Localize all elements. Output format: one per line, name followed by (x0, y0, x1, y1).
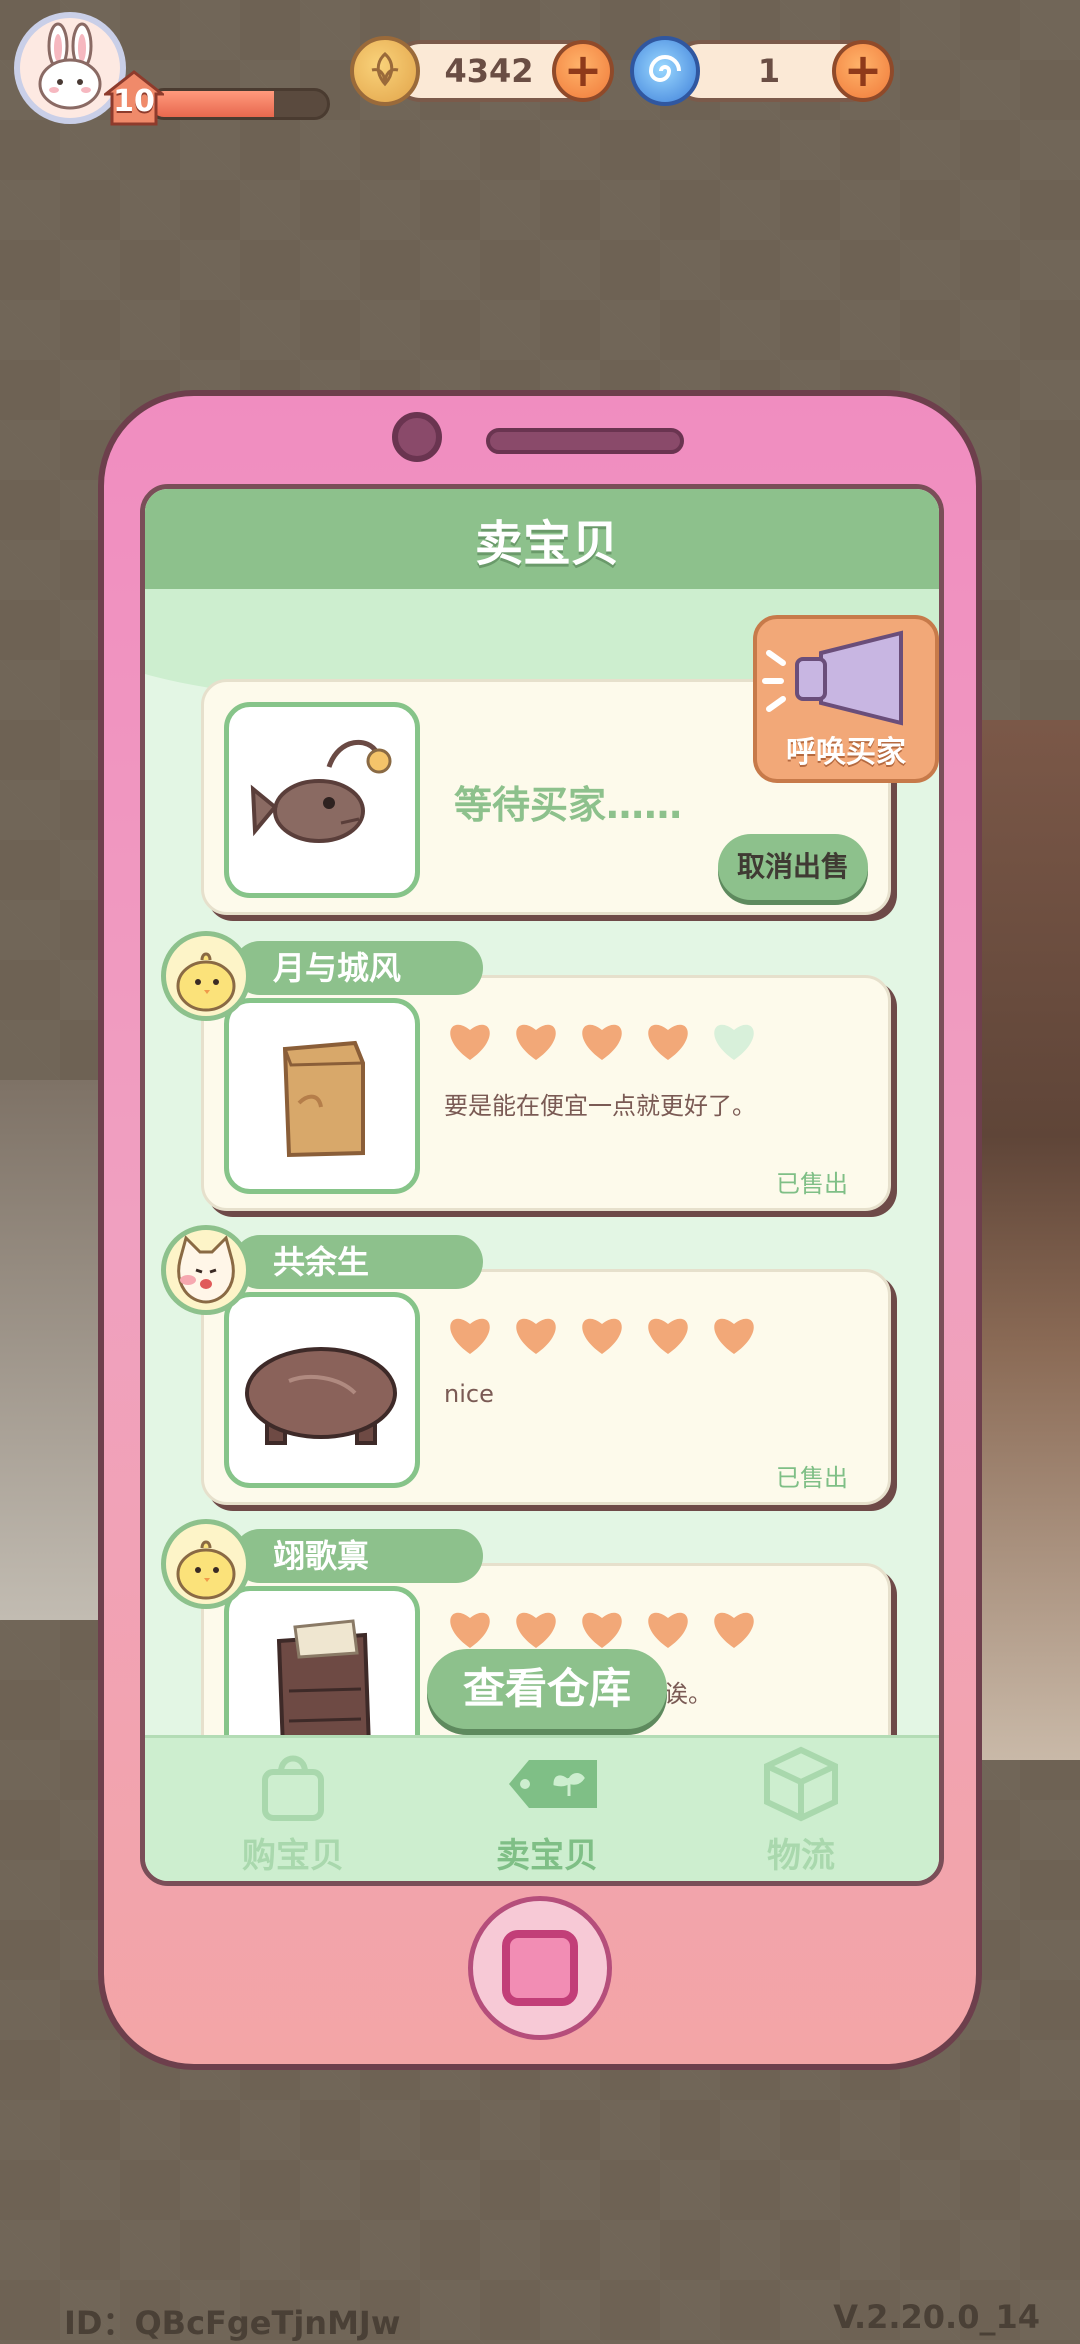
heart-icon (582, 1612, 622, 1648)
item-slot[interactable] (224, 1292, 420, 1488)
heart-icon (714, 1318, 754, 1354)
call-buyer-label: 呼唤买家 (786, 735, 906, 770)
xp-progress-bar (148, 88, 330, 120)
heart-icon (450, 1024, 490, 1060)
swirl-gem-icon (630, 36, 700, 106)
xp-progress-fill (151, 91, 275, 117)
phone-camera (392, 412, 442, 462)
buyer-name-tag: 月与城风 (233, 941, 483, 995)
nav-buy-label: 购宝贝 (242, 1836, 344, 1876)
cardboard-box-icon (282, 1040, 365, 1158)
add-gems-button[interactable]: + (832, 40, 894, 102)
cat-icon (177, 1235, 235, 1304)
phone-home-button[interactable] (468, 1896, 612, 2040)
coin-icon (350, 36, 420, 106)
level-badge: 10 (101, 70, 167, 126)
chick-icon (176, 952, 236, 1012)
buyer-name-tag: 翊歌禀 (233, 1529, 483, 1583)
rating-hearts (444, 1018, 760, 1068)
game-version: V.2.20.0_14 (833, 2298, 1040, 2336)
item-slot[interactable] (224, 702, 420, 898)
gem-amount: 1 (757, 52, 781, 90)
nav-sell-label: 卖宝贝 (496, 1836, 598, 1876)
sold-status: 已售出 (776, 1464, 848, 1492)
megaphone-icon (762, 630, 903, 726)
heart-icon (582, 1024, 622, 1060)
heart-icon (516, 1318, 556, 1354)
level-number: 10 (113, 84, 155, 119)
heart-icon (648, 1318, 688, 1354)
call-buyer-button[interactable]: 呼唤买家 (753, 615, 939, 783)
phone-screen: 卖宝贝 等待买家…… 取消出售 呼唤买家 要是能在便宜一点就更好了。 已售出 月… (140, 484, 944, 1886)
room-background-left (0, 1080, 110, 1620)
buyer-avatar (161, 931, 251, 1021)
buyer-avatar (161, 1519, 251, 1609)
phone-speaker (486, 428, 684, 454)
bottom-nav: 购宝贝 卖宝贝 物流 (145, 1735, 939, 1881)
anglerfish-lamp-icon (250, 739, 392, 843)
sold-item-card: nice 已售出 (201, 1269, 891, 1505)
rating-hearts (444, 1312, 760, 1362)
package-box-icon (764, 1746, 838, 1822)
buyer-comment: 要是能在便宜一点就更好了。 (444, 1092, 756, 1120)
heart-icon (582, 1318, 622, 1354)
waiting-status: 等待买家…… (454, 783, 683, 827)
home-square-icon (502, 1930, 578, 2006)
buyer-comment: nice (444, 1380, 494, 1408)
heart-icon (516, 1024, 556, 1060)
round-table-icon (245, 1347, 397, 1445)
heart-icon (450, 1612, 490, 1648)
page-title: 卖宝贝 (474, 516, 619, 572)
nav-sell[interactable]: 卖宝贝 (447, 1738, 647, 1881)
add-coins-button[interactable]: + (552, 40, 614, 102)
cancel-sale-button[interactable]: 取消出售 (718, 834, 868, 900)
heart-icon (714, 1612, 754, 1648)
nav-buy[interactable]: 购宝贝 (193, 1738, 393, 1881)
nav-logistics-label: 物流 (767, 1836, 835, 1876)
view-warehouse-button[interactable]: 查看仓库 (427, 1649, 667, 1729)
coin-amount: 4342 (444, 52, 534, 90)
heart-icon (714, 1024, 754, 1060)
buyer-comment: 诶。 (664, 1680, 712, 1708)
heart-icon (450, 1318, 490, 1354)
sold-status: 已售出 (776, 1170, 848, 1198)
nav-logistics[interactable]: 物流 (701, 1738, 901, 1881)
heart-icon (648, 1024, 688, 1060)
sell-tag-icon (509, 1760, 597, 1808)
sold-item-card: 要是能在便宜一点就更好了。 已售出 (201, 975, 891, 1211)
buyer-avatar (161, 1225, 251, 1315)
shopping-bag-icon (262, 1755, 324, 1821)
buyer-name-tag: 共余生 (233, 1235, 483, 1289)
heart-icon (516, 1612, 556, 1648)
heart-icon (648, 1612, 688, 1648)
chick-icon (176, 1540, 236, 1600)
player-id: ID：QBcFgeTjnMJw (64, 2304, 401, 2342)
item-slot[interactable] (224, 998, 420, 1194)
